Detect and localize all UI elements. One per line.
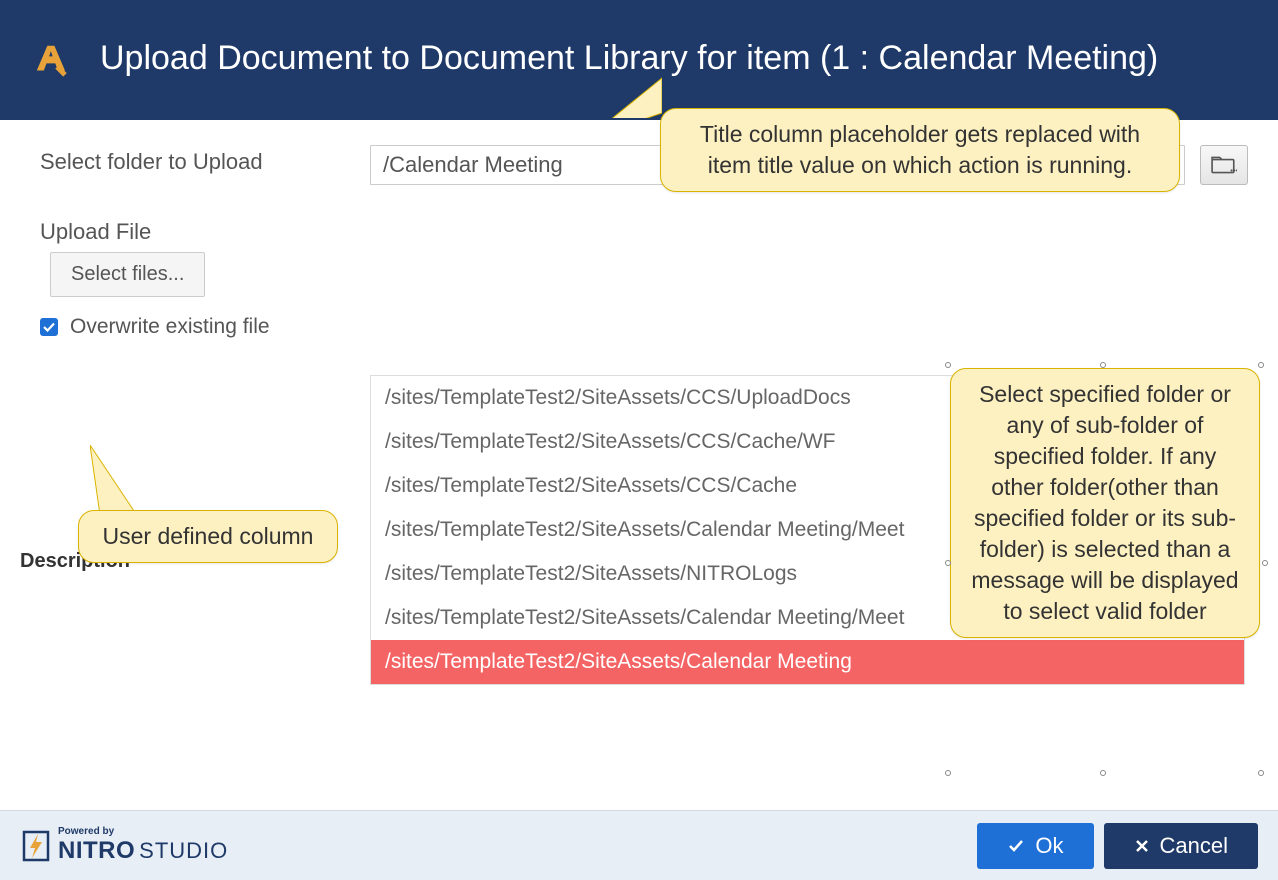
folder-browse-icon [1211,155,1237,175]
upload-file-label: Upload File [40,215,370,245]
callout-user-column: User defined column [78,510,338,563]
footer-logo: Powered by NITRO STUDIO [20,826,228,865]
brand-nitro: NITRO [58,837,135,865]
overwrite-row: Overwrite existing file [40,315,1248,339]
folder-label: Select folder to Upload [40,145,370,175]
callout-title-placeholder: Title column placeholder gets replaced w… [660,108,1180,192]
callout-tail-icon [90,445,150,515]
nitro-bolt-icon [20,828,52,864]
brand-studio: STUDIO [139,838,228,864]
overwrite-checkbox[interactable] [40,318,58,336]
callout-tail-icon [588,68,662,118]
powered-by-text: Powered by [58,826,228,837]
ok-button[interactable]: Ok [977,823,1093,869]
close-icon [1134,838,1150,854]
callout-folder-selection: Select specified folder or any of sub-fo… [950,368,1260,638]
upload-section: Upload File Select files... [40,215,1248,297]
app-logo-icon [20,29,80,89]
cancel-button[interactable]: Cancel [1104,823,1258,869]
overwrite-label: Overwrite existing file [70,315,270,339]
dialog-footer: Powered by NITRO STUDIO Ok Cancel [0,810,1278,880]
browse-folder-button[interactable] [1200,145,1248,185]
check-icon [1007,837,1025,855]
dropdown-item[interactable]: /sites/TemplateTest2/SiteAssets/Calendar… [371,640,1244,684]
folder-path-value: /Calendar Meeting [383,152,563,178]
select-files-button[interactable]: Select files... [50,252,205,297]
